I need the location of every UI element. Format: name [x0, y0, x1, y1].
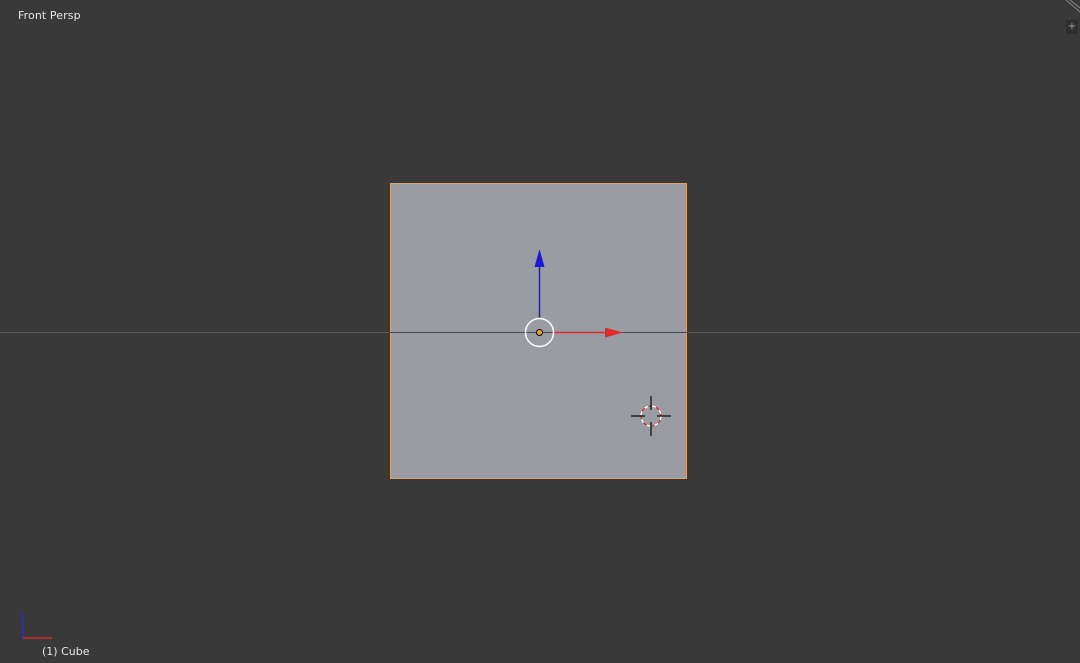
transform-manipulator-icon[interactable]	[510, 240, 640, 360]
view-label: Front Persp	[18, 9, 81, 22]
view-axes-icon	[22, 612, 52, 639]
3d-viewport[interactable]: Front Persp (1) Cube +	[0, 0, 1080, 663]
object-origin-dot	[536, 329, 543, 336]
x-axis-arrow[interactable]	[605, 327, 623, 338]
z-axis-arrow[interactable]	[534, 249, 545, 267]
active-object-label: (1) Cube	[42, 645, 90, 658]
area-split-corner-icon[interactable]	[1064, 0, 1080, 14]
toolshelf-expand-button[interactable]: +	[1066, 20, 1078, 34]
3d-cursor-icon[interactable]	[628, 394, 676, 442]
